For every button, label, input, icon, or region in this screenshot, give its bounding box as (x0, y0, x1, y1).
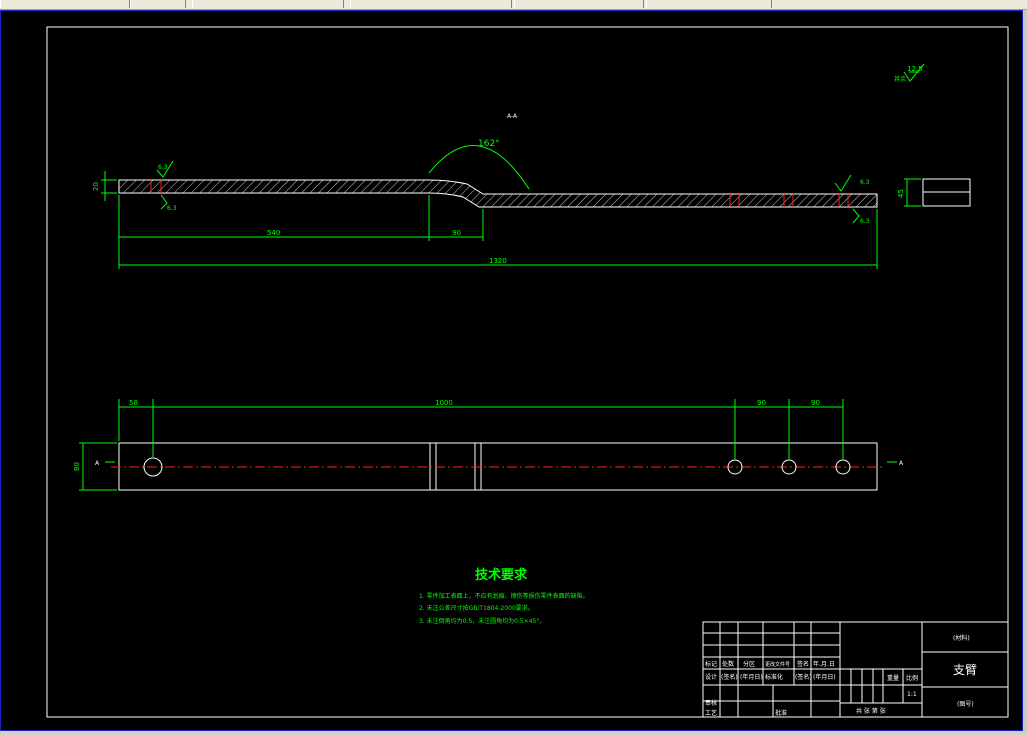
tb-weight-label: 重量 (887, 674, 899, 682)
title-block-text: (材料) 支臂 (图号) 重量 比例 1:1 共 张 第 张 标记 处数 分区 … (705, 634, 977, 717)
plan-view: 58 1000 90 90 80 A A (73, 399, 904, 491)
tb-drawing-no: (图号) (957, 701, 974, 708)
tb-std-date: (年月日) (813, 673, 836, 681)
vertical-scrollbar[interactable] (1023, 10, 1027, 731)
tb-sign: 签名 (797, 660, 809, 668)
dim-90-bend: 90 (452, 229, 461, 237)
dim-90-a: 90 (757, 399, 766, 407)
tech-item-3: 3. 未注倒角均为0.5，未注圆角均为0.5×45°。 (419, 617, 545, 625)
horizontal-scrollbar[interactable] (0, 731, 1027, 735)
toolbar (0, 0, 1027, 10)
hatched-section (118, 179, 878, 208)
tb-process: 工艺 (705, 709, 717, 717)
drawing-canvas[interactable]: 其余 12.5 A-A 162° 20 6.3 6.3 6.3 6.3 540 … (0, 10, 1023, 731)
tb-part-name: 支臂 (953, 663, 977, 677)
toolbar-segment[interactable] (0, 0, 130, 8)
technical-requirements: 技术要求 1. 零件加工表面上，不应有划痕、擦伤等损伤零件表面的缺陷。 2. 未… (419, 567, 589, 625)
cad-drawing: 其余 12.5 A-A 162° 20 6.3 6.3 6.3 6.3 540 … (46, 26, 1009, 718)
tech-title: 技术要求 (475, 567, 528, 583)
roughness-right-bottom: 6.3 (860, 218, 870, 225)
tb-standardize: 标准化 (765, 673, 783, 681)
dim-thickness: 20 (92, 182, 100, 191)
tb-sheets: 共 张 第 张 (856, 707, 886, 715)
tb-scale-label: 比例 (906, 674, 918, 682)
toolbar-layer-dropdown[interactable] (192, 0, 344, 8)
tb-zone: 分区 (743, 660, 755, 668)
tb-approve: 批准 (775, 709, 787, 717)
tb-designer-sign: (签名) (721, 673, 738, 681)
dim-80: 80 (73, 462, 81, 471)
tb-scale-value: 1:1 (907, 691, 917, 698)
dim-90-b: 90 (811, 399, 820, 407)
end-view: 45 (897, 178, 971, 207)
dim-1000: 1000 (435, 399, 453, 407)
tb-date: 年.月.日 (813, 660, 835, 668)
section-label: A-A (507, 113, 518, 120)
roughness-symbol-general: 其余 12.5 (894, 63, 925, 83)
dim-58: 58 (129, 399, 138, 407)
tb-mark: 标记 (705, 660, 717, 668)
toolbar-icon-button[interactable] (130, 0, 186, 8)
tech-item-1: 1. 零件加工表面上，不应有划痕、擦伤等损伤零件表面的缺陷。 (419, 592, 589, 600)
section-mark-right: A (899, 460, 904, 467)
toolbar-lineweight-dropdown[interactable] (646, 0, 772, 8)
tb-change-doc: 更改文件号 (765, 661, 790, 668)
tech-item-2: 2. 未注公差尺寸按GB/T1804-2000要求。 (419, 604, 534, 612)
side-section-view: 162° 20 6.3 6.3 6.3 6.3 540 90 1320 (92, 139, 878, 269)
tb-designer: 设计 (705, 673, 717, 681)
tb-review: 审核 (705, 699, 717, 707)
roughness-value: 12.5 (907, 65, 923, 73)
roughness-right-top: 6.3 (860, 179, 870, 186)
dim-end-view: 45 (897, 189, 905, 198)
tb-count: 处数 (722, 660, 734, 668)
section-mark-left: A (95, 460, 100, 467)
tb-designer-date: (年月日) (740, 673, 763, 681)
toolbar-linetype-dropdown[interactable] (514, 0, 644, 8)
toolbar-color-dropdown[interactable] (350, 0, 512, 8)
drawing-frame (46, 26, 1009, 718)
tb-material: (材料) (953, 634, 970, 642)
dim-540: 540 (267, 229, 280, 237)
tb-std-sign: (签名) (795, 673, 812, 681)
roughness-left-top: 6.3 (158, 164, 168, 171)
dim-1320: 1320 (489, 257, 507, 265)
roughness-left-bottom: 6.3 (167, 205, 177, 212)
roughness-note-label: 其余 (894, 75, 906, 83)
angle-dimension: 162° (478, 139, 500, 149)
